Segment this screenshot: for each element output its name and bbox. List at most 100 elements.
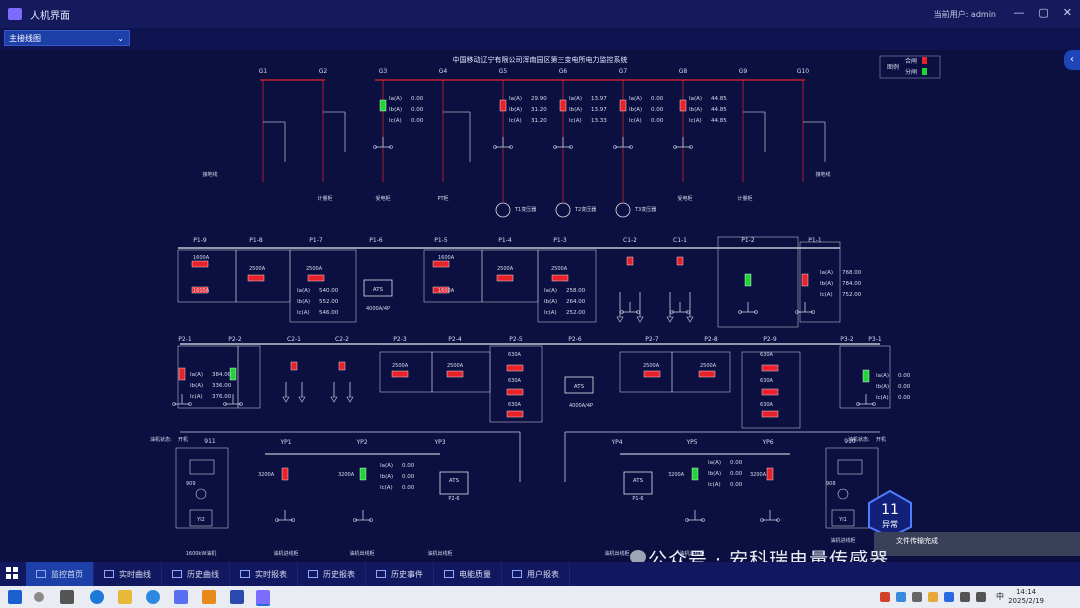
legend-open-label: 分闸 [905, 68, 917, 76]
chart-icon [172, 570, 182, 578]
nav-monitor-home[interactable]: 监控首页 [26, 562, 94, 586]
capacitor-symbol [346, 396, 354, 403]
p1-reading-mid-phase: Ia(A) [544, 288, 557, 294]
gen-label-YP6: YP6 [761, 439, 773, 446]
capacitor-symbol [282, 396, 290, 403]
tray-icon-1[interactable] [880, 592, 890, 602]
c1-2-breaker [626, 256, 634, 266]
rating-2500: 2500A [249, 266, 266, 272]
windows-start-icon[interactable] [8, 590, 22, 604]
nav-history-report[interactable]: 历史报表 [298, 562, 366, 586]
feeder-label-G4: G4 [439, 68, 448, 75]
rating-630: 630A [508, 352, 522, 358]
ats-label: ATS [633, 478, 644, 484]
nav-realtime-report[interactable]: 实时报表 [230, 562, 298, 586]
transformer-symbol [615, 202, 631, 218]
p1-hbreaker-7 [551, 274, 569, 282]
start-grid-button[interactable] [0, 562, 26, 586]
p2-label-P2-8: P2-8 [704, 336, 718, 343]
gen-label-YP5: YP5 [685, 439, 697, 446]
cabinet-label: 计量柜 [317, 195, 332, 202]
legend-closed-label: 合闸 [905, 57, 917, 65]
rating-1600: 1600A [193, 288, 210, 294]
tray-icon-4[interactable] [928, 592, 938, 602]
tray-icon-5[interactable] [944, 592, 954, 602]
ats-rating: 4000A/4P [366, 306, 390, 312]
yp6-breaker [766, 467, 774, 481]
feeder-label-G10: G10 [797, 68, 809, 75]
gen-label-910: 910 [844, 438, 856, 445]
p1-reading-right-value: 784.00 [842, 281, 862, 287]
p1-reading-right-phase: Ib(A) [820, 281, 833, 287]
browser-icon[interactable] [146, 590, 160, 604]
hv-reading-623-value: 0.00 [651, 118, 664, 124]
input-lang[interactable]: 中 [996, 591, 1004, 602]
hv-reading-563-value: 13.33 [591, 118, 607, 124]
nav-label: 用户报表 [527, 569, 559, 579]
diagram-svg: G1 G2 G3 G4 G5 G6 G7 G8 G9 G10 Ia(A) 0.00 Ib(A) 0.00 I… [150, 55, 941, 557]
hv-reading-683-value: 44.85 [711, 107, 727, 113]
p2-label-P3-1: P3-1 [868, 336, 882, 343]
p1-panel-6 [717, 236, 799, 328]
p2-reading-right-value: 0.00 [898, 373, 911, 379]
nav-history-curve[interactable]: 历史曲线 [162, 562, 230, 586]
clock[interactable]: 14:14 2025/2/19 [1008, 588, 1044, 606]
yp5-reading-phase: Ib(A) [708, 471, 721, 477]
rating-630: 630A [760, 402, 774, 408]
app-icon-1[interactable] [174, 590, 188, 604]
rating-630: 630A [760, 352, 774, 358]
feeder-label-G2: G2 [319, 68, 328, 75]
close-button[interactable]: ✕ [1063, 6, 1072, 19]
tray-icon-2[interactable] [896, 592, 906, 602]
folder-icon[interactable] [118, 590, 132, 604]
tray-icon-3[interactable] [912, 592, 922, 602]
network-icon[interactable] [960, 592, 970, 602]
diagram-title: 中国移动辽宁有限公司浑南园区第三变电所电力监控系统 [453, 55, 628, 64]
cabinet-label: 受电柜 [677, 195, 692, 202]
view-select[interactable]: 主接线图 ⌄ [4, 30, 130, 46]
p1-reading-mid-value: 264.00 [566, 299, 586, 305]
p2-reading-left-value: 376.00 [212, 394, 232, 400]
hv-reading-503-phase: Ia(A) [509, 96, 522, 102]
maximize-button[interactable]: ▢ [1038, 6, 1048, 19]
p1-label-P1-8: P1-8 [249, 237, 263, 244]
hv-breaker-623 [619, 99, 627, 112]
legend-closed-swatch [922, 57, 927, 64]
generator-meter-0 [189, 459, 215, 475]
p2-reading-left-phase: Ia(A) [190, 372, 203, 378]
nav-user-report[interactable]: 用户报表 [502, 562, 570, 586]
panel-label: 909 [186, 481, 196, 487]
bottom-nav: 监控首页 实时曲线 历史曲线 实时报表 历史报表 历史事件 电能质量 用户报表 [0, 562, 1080, 586]
toolbar: 主接线图 ⌄ [0, 28, 1080, 50]
app-icon-2[interactable] [202, 590, 216, 604]
minimize-button[interactable]: — [1013, 6, 1024, 19]
ats-label: ATS [449, 478, 460, 484]
p2-hbreaker-7 [761, 364, 779, 372]
hmi-app-icon[interactable] [256, 590, 270, 606]
nav-power-quality[interactable]: 电能质量 [434, 562, 502, 586]
search-icon[interactable] [34, 592, 44, 602]
p2-label-P2-5: P2-5 [509, 336, 523, 343]
transfer-toast[interactable]: 文件传输完成 [874, 532, 1080, 556]
rating-3200: 3200A [338, 472, 355, 478]
ats-label: ATS [373, 287, 384, 293]
rating-1600: 1600A [438, 288, 455, 294]
nav-history-events[interactable]: 历史事件 [366, 562, 434, 586]
volume-icon[interactable] [976, 592, 986, 602]
p2-label-P2-2: P2-2 [228, 336, 242, 343]
nav-realtime-curve[interactable]: 实时曲线 [94, 562, 162, 586]
cabinet-label: 接地线 [815, 171, 830, 178]
hv-reading-563-phase: Ic(A) [569, 118, 582, 124]
edge-icon[interactable] [90, 590, 104, 604]
task-view-icon[interactable] [60, 590, 74, 604]
hv-reading-563-value: 13.97 [591, 107, 607, 113]
p1-hbreaker-4 [432, 260, 450, 268]
p2-reading-left-phase: Ic(A) [190, 394, 203, 400]
rating-3200: 3200A [668, 472, 685, 478]
hv-reading-383-phase: Ib(A) [389, 107, 402, 113]
ats-label: ATS [574, 384, 585, 390]
gen-status-value-left: 开机 [178, 436, 188, 443]
app-icon-3[interactable] [230, 590, 244, 604]
report-icon [240, 570, 250, 578]
gen-label-YP4: YP4 [610, 439, 622, 446]
